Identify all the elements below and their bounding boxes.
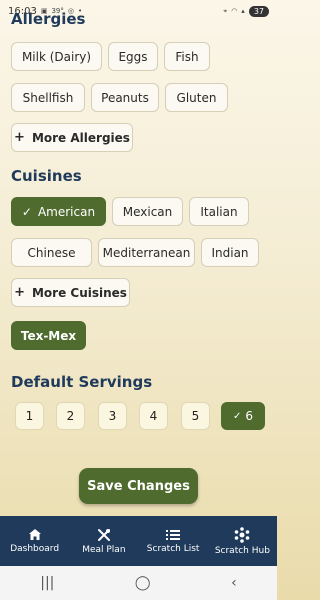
nav-label: Scratch List <box>146 543 200 554</box>
nav-item-scratch-hub[interactable]: Scratch Hub <box>208 516 277 566</box>
battery-indicator: 37 <box>248 5 269 17</box>
cuisines-title: Cuisines <box>11 167 82 185</box>
cuisine-chip-italian[interactable]: Italian <box>189 197 249 226</box>
cuisine-chip-chinese[interactable]: Chinese <box>11 238 92 267</box>
home-button-icon[interactable]: ◯ <box>135 575 151 591</box>
wifi-icon: ◠ <box>231 7 238 15</box>
cuisine-chip-indian[interactable]: Indian <box>201 238 259 267</box>
allergies-title: Allergies <box>11 10 86 28</box>
serving-option-2[interactable]: 2 <box>56 402 85 430</box>
serving-option-4[interactable]: 4 <box>139 402 168 430</box>
allergy-chip-milk[interactable]: Milk (Dairy) <box>11 42 102 71</box>
cuisine-chip-tex-mex[interactable]: Tex-Mex <box>11 321 86 350</box>
bottom-nav: Dashboard Meal Plan Scratch List Scratch… <box>0 516 277 566</box>
location-icon: ⌖ <box>223 6 228 15</box>
cuisine-chip-mediterranean[interactable]: Mediterranean <box>98 238 195 267</box>
serving-label: 6 <box>245 409 254 423</box>
back-icon[interactable]: ‹ <box>231 575 237 591</box>
system-nav-bar: ||| ◯ ‹ <box>0 566 277 600</box>
cuisine-chip-mexican[interactable]: Mexican <box>112 197 183 226</box>
serving-option-6[interactable]: ✓ 6 <box>221 402 265 430</box>
nav-label: Meal Plan <box>82 544 126 555</box>
nav-item-scratch-list[interactable]: Scratch List <box>139 516 208 566</box>
list-icon <box>166 529 181 540</box>
cuisine-chip-american[interactable]: ✓ American <box>11 197 106 226</box>
allergy-chip-peanuts[interactable]: Peanuts <box>91 83 159 112</box>
serving-option-3[interactable]: 3 <box>98 402 127 430</box>
nav-item-dashboard[interactable]: Dashboard <box>0 516 69 566</box>
signal-icon: ▴ <box>241 7 245 15</box>
recent-apps-icon[interactable]: ||| <box>40 575 54 591</box>
more-allergies-button[interactable]: + More Allergies <box>11 123 133 152</box>
allergy-chip-shellfish[interactable]: Shellfish <box>11 83 85 112</box>
allergy-chip-gluten[interactable]: Gluten <box>165 83 228 112</box>
nav-item-meal-plan[interactable]: Meal Plan <box>69 516 138 566</box>
cuisine-label: American <box>37 204 96 219</box>
more-cuisines-label: More Cuisines <box>31 285 127 300</box>
serving-option-1[interactable]: 1 <box>15 402 44 430</box>
check-icon: ✓ <box>232 410 242 422</box>
save-changes-button[interactable]: Save Changes <box>79 468 198 504</box>
more-allergies-label: More Allergies <box>31 130 130 145</box>
home-icon <box>28 529 41 540</box>
nav-label: Scratch Hub <box>214 545 270 556</box>
plus-icon: + <box>14 285 25 300</box>
servings-title: Default Servings <box>11 373 153 391</box>
utensils-icon <box>97 528 110 541</box>
hub-icon <box>235 526 250 543</box>
allergy-chip-fish[interactable]: Fish <box>164 42 210 71</box>
allergy-chip-eggs[interactable]: Eggs <box>108 42 158 71</box>
more-cuisines-button[interactable]: + More Cuisines <box>11 278 130 307</box>
serving-option-5[interactable]: 5 <box>181 402 210 430</box>
check-icon: ✓ <box>21 204 32 219</box>
plus-icon: + <box>14 130 25 145</box>
nav-label: Dashboard <box>10 544 60 554</box>
